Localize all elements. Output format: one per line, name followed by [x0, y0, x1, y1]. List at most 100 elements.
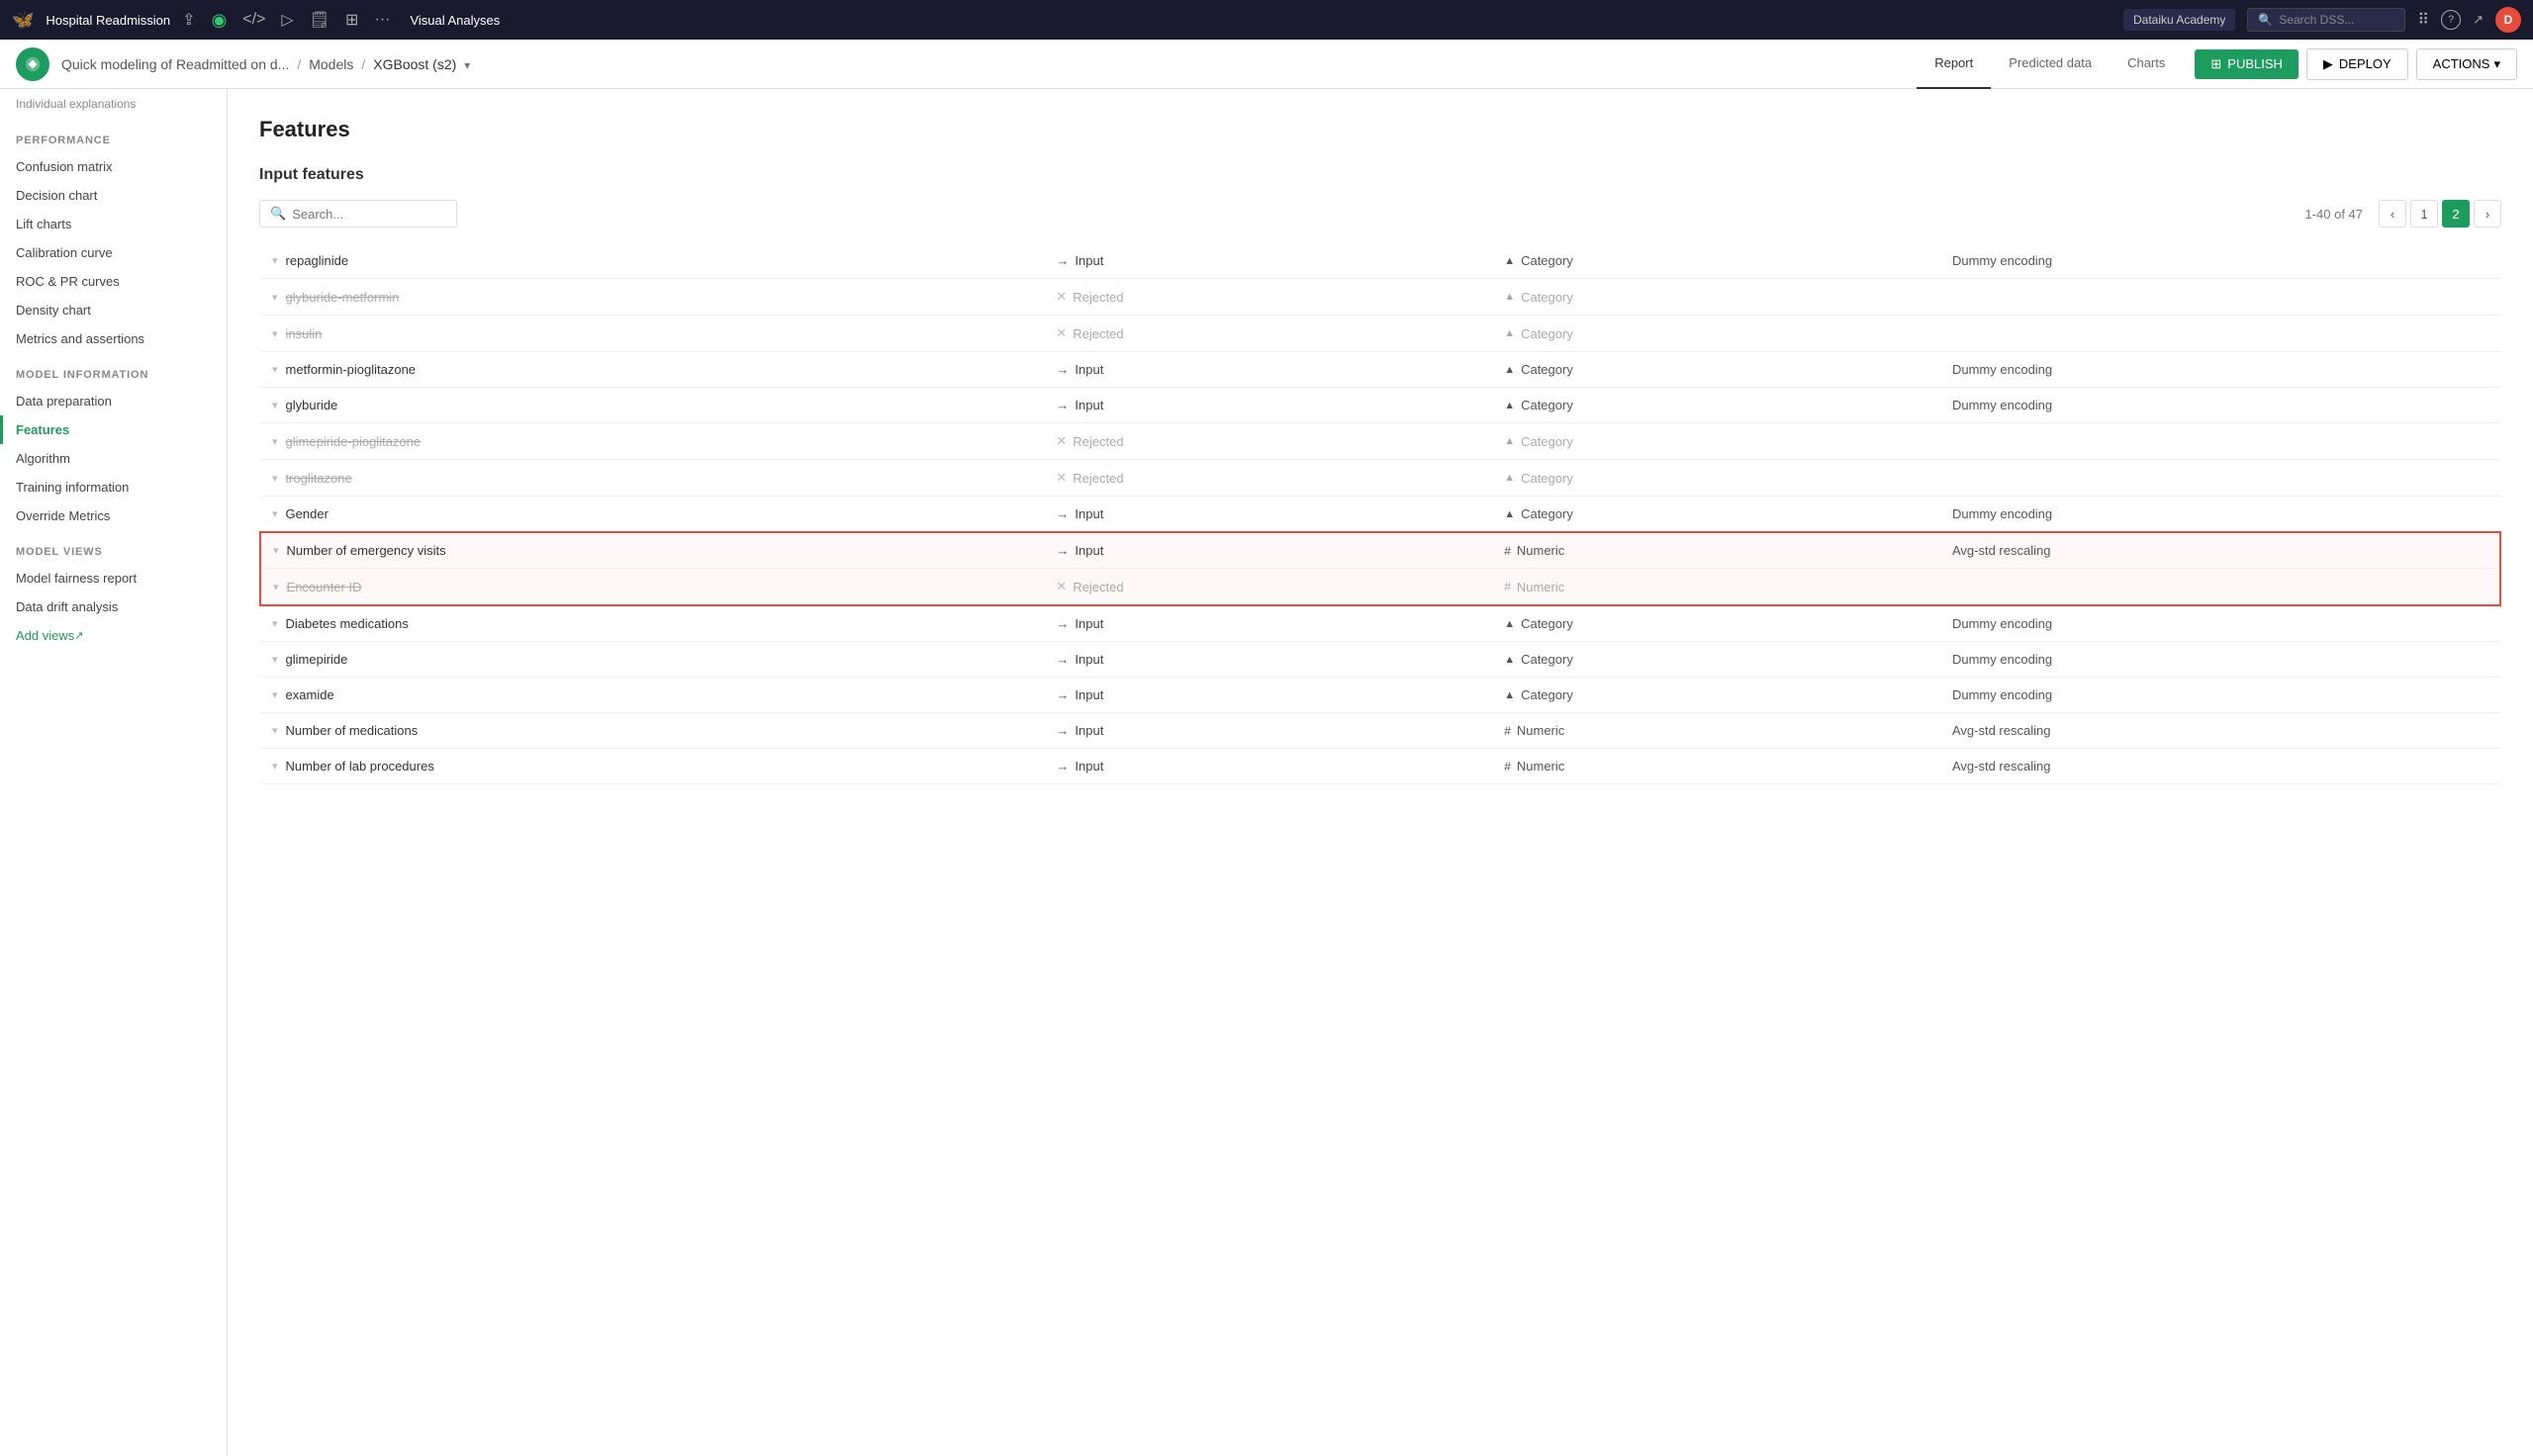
- breadcrumb-project[interactable]: Quick modeling of Readmitted on d...: [61, 56, 289, 72]
- feature-type-cell: ▲ Category: [1492, 642, 1940, 678]
- feature-processing: Dummy encoding: [1952, 616, 2052, 631]
- sidebar-item-add-views[interactable]: Add views ↗: [0, 621, 227, 650]
- role-icon: →: [1056, 398, 1069, 412]
- section-title: Input features: [259, 166, 2501, 184]
- feature-role: Rejected: [1073, 580, 1123, 594]
- sidebar-item-algorithm[interactable]: Algorithm: [0, 444, 227, 473]
- feature-name-cell: ▾ metformin-pioglitazone: [260, 352, 1044, 388]
- feature-name: Number of medications: [286, 723, 419, 738]
- type-icon: #: [1504, 580, 1511, 593]
- feature-name: troglitazone: [286, 471, 352, 486]
- feature-name: Number of emergency visits: [287, 543, 446, 558]
- table-row: ▾ Encounter ID ✕ Rejected # Numeric: [260, 569, 2500, 606]
- feature-name: glyburide-metformin: [286, 290, 400, 305]
- monitor-icon[interactable]: ⊞: [345, 10, 358, 30]
- feature-role-cell: → Input: [1044, 497, 1492, 533]
- tab-charts[interactable]: Charts: [2110, 40, 2183, 89]
- breadcrumb-dropdown-icon[interactable]: ▾: [464, 58, 470, 72]
- dataiku-logo: 🦋: [12, 10, 34, 31]
- content-area: Features Input features 🔍 1-40 of 47 ‹ 1…: [228, 89, 2533, 1456]
- type-icon: ▲: [1504, 255, 1515, 267]
- feature-role-cell: ✕ Rejected: [1044, 460, 1492, 497]
- page-1-button[interactable]: 1: [2410, 200, 2438, 228]
- feature-type-cell: # Numeric: [1492, 713, 1940, 749]
- sidebar-item-density-chart[interactable]: Density chart: [0, 296, 227, 324]
- feature-type-cell: ▲ Category: [1492, 678, 1940, 713]
- type-icon: ▲: [1504, 472, 1515, 484]
- share-icon[interactable]: ⇪: [182, 10, 195, 30]
- feature-processing-cell: Dummy encoding: [1940, 352, 2500, 388]
- sidebar-item-training-information[interactable]: Training information: [0, 473, 227, 501]
- external-link-icon[interactable]: ↗: [2473, 12, 2484, 28]
- feature-role-cell: → Input: [1044, 532, 1492, 569]
- more-icon[interactable]: ···: [374, 11, 390, 29]
- breadcrumb-current[interactable]: XGBoost (s2) ▾: [373, 56, 470, 72]
- tab-predicted-data[interactable]: Predicted data: [1991, 40, 2110, 89]
- actions-button[interactable]: ACTIONS ▾: [2416, 48, 2517, 80]
- features-table: ▾ repaglinide → Input ▲ Category Dummy e…: [259, 243, 2501, 784]
- feature-type: Category: [1521, 616, 1573, 631]
- sidebar-item-override-metrics[interactable]: Override Metrics: [0, 501, 227, 530]
- feature-name-cell: ▾ Number of lab procedures: [260, 749, 1044, 784]
- feature-type-cell: ▲ Category: [1492, 388, 1940, 423]
- user-avatar[interactable]: D: [2495, 7, 2521, 33]
- sidebar-item-model-fairness-report[interactable]: Model fairness report: [0, 564, 227, 592]
- feature-type: Numeric: [1517, 580, 1564, 594]
- run-icon[interactable]: ▷: [281, 10, 293, 30]
- next-page-button[interactable]: ›: [2474, 200, 2501, 228]
- sidebar-item-data-drift-analysis[interactable]: Data drift analysis: [0, 592, 227, 621]
- feature-type-cell: # Numeric: [1492, 532, 1940, 569]
- row-drag-icon: ▾: [272, 688, 278, 701]
- page-2-button[interactable]: 2: [2442, 200, 2470, 228]
- role-icon: ✕: [1056, 289, 1067, 305]
- sidebar-item-calibration-curve[interactable]: Calibration curve: [0, 238, 227, 267]
- feature-role-cell: → Input: [1044, 749, 1492, 784]
- secondary-navigation: Quick modeling of Readmitted on d... / M…: [0, 40, 2533, 89]
- sidebar-item-decision-chart[interactable]: Decision chart: [0, 181, 227, 210]
- sidebar-item-roc-&-pr-curves[interactable]: ROC & PR curves: [0, 267, 227, 296]
- global-search[interactable]: 🔍 Search DSS...: [2247, 8, 2405, 32]
- row-drag-icon: ▾: [272, 653, 278, 666]
- table-row: ▾ Gender → Input ▲ Category Dummy encodi…: [260, 497, 2500, 533]
- role-icon: →: [1056, 723, 1069, 738]
- page-title: Features: [259, 117, 2501, 142]
- feature-type: Category: [1521, 398, 1573, 412]
- feature-type: Category: [1521, 471, 1573, 486]
- flow-icon[interactable]: ◉: [212, 10, 228, 31]
- sidebar: Individual explanations PERFORMANCEConfu…: [0, 89, 228, 1456]
- academy-btn[interactable]: Dataiku Academy: [2123, 9, 2235, 31]
- role-icon: →: [1056, 506, 1069, 521]
- deploy-icon[interactable]: 🗒: [310, 10, 329, 30]
- grid-icon[interactable]: ⠿: [2417, 10, 2429, 30]
- feature-role: Rejected: [1073, 326, 1123, 341]
- sidebar-top-item[interactable]: Individual explanations: [0, 89, 227, 119]
- feature-role: Input: [1075, 759, 1103, 774]
- feature-search[interactable]: 🔍: [259, 200, 457, 228]
- sidebar-section-title: MODEL INFORMATION: [0, 353, 227, 387]
- feature-processing-cell: [1940, 423, 2500, 460]
- help-button[interactable]: ?: [2441, 10, 2461, 30]
- row-drag-icon: ▾: [272, 363, 278, 376]
- search-input[interactable]: [292, 207, 446, 222]
- prev-page-button[interactable]: ‹: [2379, 200, 2406, 228]
- row-drag-icon: ▾: [272, 327, 278, 340]
- row-drag-icon: ▾: [272, 399, 278, 411]
- code-icon[interactable]: </>: [242, 11, 265, 29]
- feature-role-cell: ✕ Rejected: [1044, 316, 1492, 352]
- feature-role: Input: [1075, 543, 1103, 558]
- feature-name: Encounter ID: [287, 580, 362, 594]
- tab-report[interactable]: Report: [1917, 40, 1991, 89]
- project-name[interactable]: Hospital Readmission: [46, 13, 170, 28]
- publish-button[interactable]: ⊞ PUBLISH: [2195, 49, 2298, 79]
- sidebar-item-metrics-and-assertions[interactable]: Metrics and assertions: [0, 324, 227, 353]
- sidebar-item-data-preparation[interactable]: Data preparation: [0, 387, 227, 415]
- feature-processing: Dummy encoding: [1952, 253, 2052, 268]
- table-row: ▾ glyburide → Input ▲ Category Dummy enc…: [260, 388, 2500, 423]
- table-row: ▾ glyburide-metformin ✕ Rejected ▲ Categ…: [260, 279, 2500, 316]
- breadcrumb-models[interactable]: Models: [309, 56, 353, 72]
- feature-name: insulin: [286, 326, 323, 341]
- deploy-button[interactable]: ▶ DEPLOY: [2306, 48, 2408, 80]
- sidebar-item-lift-charts[interactable]: Lift charts: [0, 210, 227, 238]
- sidebar-item-features[interactable]: Features: [0, 415, 227, 444]
- sidebar-item-confusion-matrix[interactable]: Confusion matrix: [0, 152, 227, 181]
